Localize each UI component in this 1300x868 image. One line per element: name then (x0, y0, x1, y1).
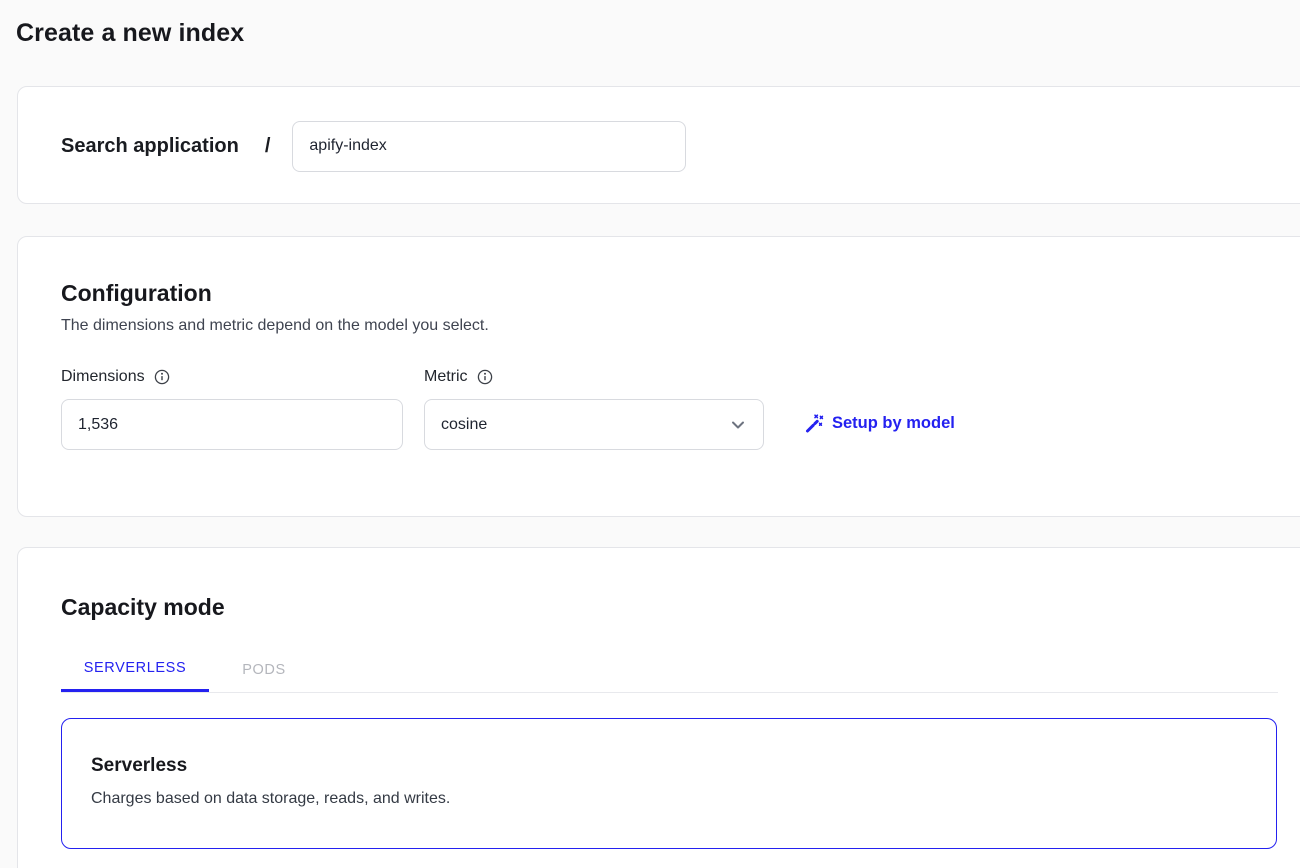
dimensions-input[interactable] (61, 399, 403, 450)
setup-by-model-label: Setup by model (832, 414, 955, 433)
chevron-down-icon (729, 416, 747, 439)
info-icon[interactable] (154, 369, 170, 385)
page-title: Create a new index (16, 19, 244, 48)
metric-label-text: Metric (424, 368, 468, 386)
setup-by-model-link[interactable]: Setup by model (804, 413, 955, 434)
index-name-input[interactable] (292, 121, 686, 172)
tab-serverless-label: SERVERLESS (84, 660, 186, 676)
create-index-page: Create a new index Search application / … (0, 0, 1300, 868)
tab-pods-label: PODS (242, 662, 286, 678)
index-name-card: Search application / (17, 86, 1300, 204)
capacity-mode-card: Capacity mode SERVERLESS PODS Serverless… (17, 547, 1300, 868)
metric-select[interactable]: cosine (424, 399, 764, 450)
dimensions-label: Dimensions (61, 368, 170, 386)
magic-wand-icon (804, 413, 825, 434)
serverless-option-card[interactable]: Serverless Charges based on data storage… (61, 718, 1277, 849)
info-icon[interactable] (477, 369, 493, 385)
dimensions-label-text: Dimensions (61, 368, 145, 386)
tab-pods[interactable]: PODS (209, 647, 319, 692)
capacity-tabs: SERVERLESS PODS (61, 647, 1278, 693)
configuration-subtitle: The dimensions and metric depend on the … (61, 317, 489, 335)
configuration-title: Configuration (61, 280, 212, 307)
configuration-card: Configuration The dimensions and metric … (17, 236, 1300, 517)
index-name-row: Search application / (61, 87, 686, 205)
serverless-option-title: Serverless (91, 755, 187, 777)
name-separator: / (265, 135, 271, 158)
tab-serverless[interactable]: SERVERLESS (61, 647, 209, 692)
search-application-label: Search application (61, 135, 239, 158)
metric-label: Metric (424, 368, 493, 386)
capacity-mode-title: Capacity mode (61, 594, 225, 621)
serverless-option-description: Charges based on data storage, reads, an… (91, 790, 450, 808)
metric-selected-value: cosine (441, 416, 487, 434)
